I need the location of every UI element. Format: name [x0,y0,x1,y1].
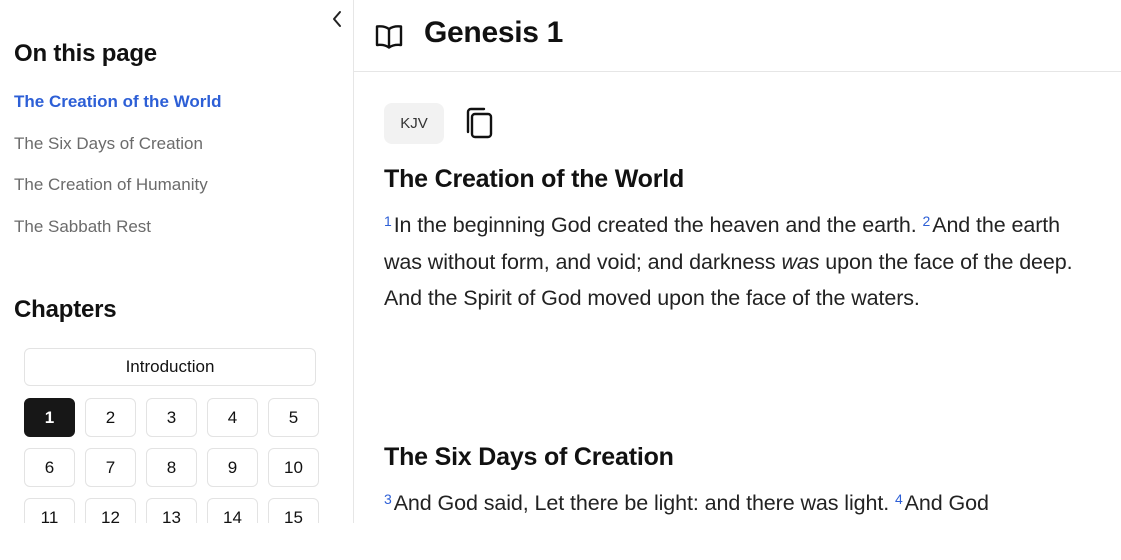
collapse-sidebar-button[interactable] [326,8,348,30]
verse-text: In the beginning God created the heaven … [393,213,923,237]
toc-item-creation-of-humanity[interactable]: The Creation of Humanity [14,173,221,215]
introduction-button[interactable]: Introduction [24,348,316,386]
page-header: Genesis 1 [354,0,1121,72]
chapter-button-11[interactable]: 11 [24,498,75,523]
section-heading-creation-of-the-world: The Creation of the World [384,165,685,193]
toc-item-creation-of-the-world[interactable]: The Creation of the World [14,90,221,132]
chapter-button-13[interactable]: 13 [146,498,197,523]
chapter-button-8[interactable]: 8 [146,448,197,487]
toc-item-six-days-of-creation[interactable]: The Six Days of Creation [14,132,221,174]
chapter-button-6[interactable]: 6 [24,448,75,487]
chapter-grid: 1 2 3 4 5 6 7 8 9 10 11 12 13 14 15 [24,398,324,523]
chapter-button-12[interactable]: 12 [85,498,136,523]
section-heading-six-days-of-creation: The Six Days of Creation [384,443,674,471]
copy-icon[interactable] [462,106,496,140]
on-this-page-heading: On this page [14,40,157,67]
sidebar: On this page The Creation of the World T… [0,0,354,523]
chapter-button-10[interactable]: 10 [268,448,319,487]
book-open-icon [375,25,403,49]
chapter-button-3[interactable]: 3 [146,398,197,437]
chapter-button-7[interactable]: 7 [85,448,136,487]
verse-number[interactable]: 2 [923,213,931,229]
verse-text: And God [904,491,989,515]
chapter-button-4[interactable]: 4 [207,398,258,437]
chapter-button-5[interactable]: 5 [268,398,319,437]
chapter-content: KJV The Creation of the World 1In the be… [384,73,1104,523]
chapter-button-1[interactable]: 1 [24,398,75,437]
chevron-left-icon [333,11,341,27]
toc-item-sabbath-rest[interactable]: The Sabbath Rest [14,215,221,257]
chapter-button-15[interactable]: 15 [268,498,319,523]
verse-number[interactable]: 1 [384,213,392,229]
verse-paragraph: 1In the beginning God created the heaven… [384,207,1099,317]
verse-text: And God said, Let there be light: and th… [393,491,895,515]
version-selector-button[interactable]: KJV [384,103,444,144]
verse-number[interactable]: 3 [384,491,392,507]
verse-paragraph: 3And God said, Let there be light: and t… [384,485,1099,522]
verse-italic-text: was [781,249,820,274]
chapter-button-14[interactable]: 14 [207,498,258,523]
chapter-button-9[interactable]: 9 [207,448,258,487]
chapter-button-2[interactable]: 2 [85,398,136,437]
verse-number[interactable]: 4 [895,491,903,507]
chapters-heading: Chapters [14,296,117,323]
page-title: Genesis 1 [424,16,564,49]
toc-list: The Creation of the World The Six Days o… [14,90,221,256]
